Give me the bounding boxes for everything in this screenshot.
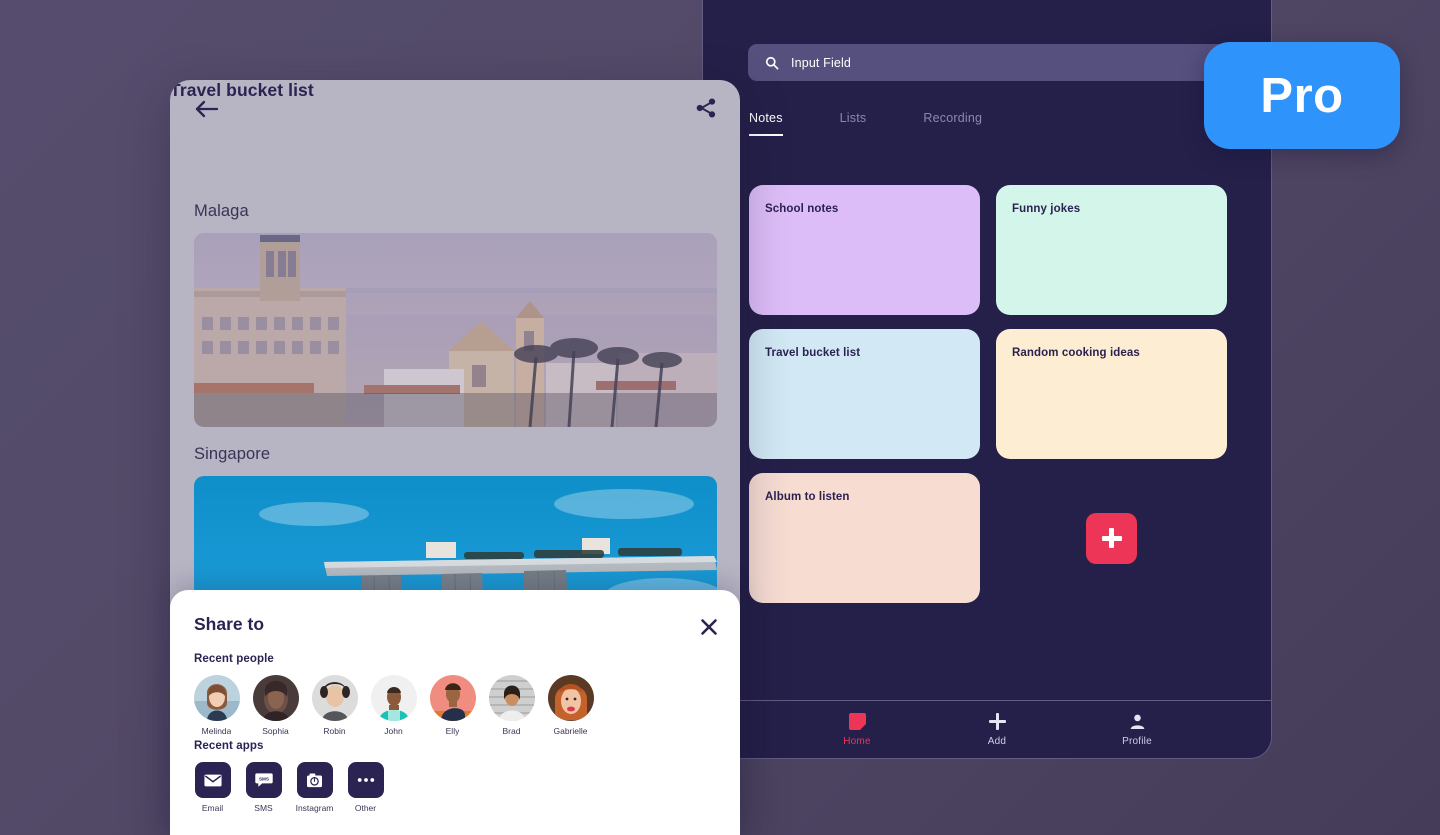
back-arrow-icon[interactable] — [194, 98, 220, 120]
tab-lists[interactable]: Lists — [840, 111, 867, 136]
note-card-album-to-listen[interactable]: Album to listen — [749, 473, 980, 603]
recent-apps-label: Recent apps — [194, 740, 264, 752]
plus-icon — [1101, 527, 1123, 549]
avatar — [547, 675, 594, 721]
tab-notes[interactable]: Notes — [749, 111, 783, 136]
plus-icon — [988, 713, 1006, 731]
app-name: Email — [201, 803, 224, 813]
pro-badge-label: Pro — [1260, 68, 1344, 123]
nav-item-label: Add — [987, 735, 1007, 747]
person-john[interactable]: John — [369, 675, 418, 736]
close-icon[interactable] — [700, 618, 718, 636]
person-robin[interactable]: Robin — [310, 675, 359, 736]
envelope-icon — [194, 762, 231, 798]
person-name: John — [384, 726, 403, 736]
notes-panel-surface: Input Field Notes Lists Recording School… — [703, 0, 1271, 758]
note-card-title: Funny jokes — [1012, 203, 1081, 215]
avatar — [488, 675, 535, 721]
pro-badge[interactable]: Pro — [1204, 42, 1400, 149]
tab-recordings[interactable]: Recording — [923, 111, 982, 136]
svg-text:SMS: SMS — [259, 777, 269, 782]
notes-app-panel: Input Field Notes Lists Recording School… — [702, 0, 1272, 759]
place-photo-malaga[interactable] — [194, 233, 717, 427]
nav-item-label: Profile — [1122, 735, 1152, 747]
person-name: Sophia — [262, 726, 289, 736]
app-email[interactable]: Email — [192, 762, 233, 813]
search-icon — [765, 56, 779, 70]
nav-item-home[interactable]: Home — [822, 713, 892, 747]
note-card-random-cooking-ideas[interactable]: Random cooking ideas — [996, 329, 1227, 459]
person-elly[interactable]: Elly — [428, 675, 477, 736]
person-name: Gabrielle — [553, 726, 588, 736]
note-card-funny-jokes[interactable]: Funny jokes — [996, 185, 1227, 315]
note-card-school-notes[interactable]: School notes — [749, 185, 980, 315]
person-gabrielle[interactable]: Gabrielle — [546, 675, 595, 736]
page-title: Travel bucket list — [170, 80, 314, 100]
search-input-value: Input Field — [791, 55, 852, 70]
app-name: SMS — [254, 803, 273, 813]
recent-people-label: Recent people — [194, 653, 274, 665]
share-icon[interactable] — [694, 96, 718, 120]
avatar — [311, 675, 358, 721]
nav-item-add[interactable]: Add — [962, 713, 1032, 747]
person-name: Melinda — [201, 726, 232, 736]
person-melinda[interactable]: Melinda — [192, 675, 241, 736]
share-modal-title: Share to — [194, 614, 265, 634]
note-icon — [848, 713, 866, 731]
share-to-modal: Share to Recent people Melinda Sophia Ro… — [170, 590, 740, 835]
note-card-title: Travel bucket list — [765, 347, 861, 359]
app-instagram[interactable]: Instagram — [294, 762, 335, 813]
search-input[interactable]: Input Field — [748, 44, 1268, 81]
avatar — [429, 675, 476, 721]
app-other[interactable]: Other — [345, 762, 386, 813]
app-name: Other — [354, 803, 377, 813]
nav-item-profile[interactable]: Profile — [1102, 713, 1172, 747]
nav-item-label: Home — [843, 735, 871, 747]
note-card-title: School notes — [765, 203, 839, 215]
place-label-malaga: Malaga — [194, 202, 249, 220]
avatar — [193, 675, 240, 721]
person-name: Elly — [445, 726, 460, 736]
note-card-title: Album to listen — [765, 491, 850, 503]
person-name: Robin — [323, 726, 346, 736]
recent-apps-row: Email SMS SMS Instagram Other — [192, 762, 386, 813]
note-card-travel-bucket-list[interactable]: Travel bucket list — [749, 329, 980, 459]
avatar — [252, 675, 299, 721]
bottom-navigation-bar: Home Add Profile — [703, 700, 1271, 758]
person-brad[interactable]: Brad — [487, 675, 536, 736]
app-sms[interactable]: SMS SMS — [243, 762, 284, 813]
person-name: Brad — [502, 726, 521, 736]
recent-people-row: Melinda Sophia Robin John Elly Brad Gabr… — [192, 675, 595, 736]
note-card-title: Random cooking ideas — [1012, 347, 1140, 359]
notes-tabs: Notes Lists Recording — [749, 111, 1039, 136]
person-sophia[interactable]: Sophia — [251, 675, 300, 736]
camera-icon — [296, 762, 333, 798]
person-icon — [1129, 713, 1146, 731]
notes-grid: School notes Funny jokes Travel bucket l… — [749, 185, 1227, 603]
add-note-slot — [996, 473, 1227, 603]
place-label-singapore: Singapore — [194, 445, 271, 463]
avatar — [370, 675, 417, 721]
ellipsis-icon — [347, 762, 384, 798]
add-note-button[interactable] — [1086, 512, 1137, 564]
sms-bubble-icon: SMS — [245, 762, 282, 798]
app-name: Instagram — [295, 803, 334, 813]
